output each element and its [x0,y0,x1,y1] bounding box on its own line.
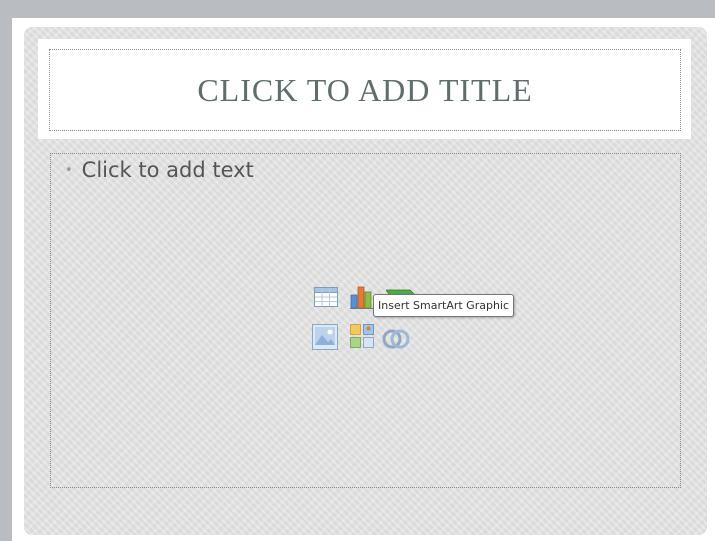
insert-clip-art-icon[interactable] [349,323,375,349]
tooltip-text: Insert SmartArt Graphic [378,299,510,312]
insert-chart-icon[interactable] [349,284,375,310]
content-placeholder-text: Click to add text [81,158,254,182]
title-placeholder[interactable]: CLICK TO ADD TITLE [49,49,681,131]
slide: CLICK TO ADD TITLE • Click to add text [24,27,707,535]
title-placeholder-text: CLICK TO ADD TITLE [197,71,533,108]
content-placeholder[interactable]: • Click to add text [50,153,681,488]
insert-picture-icon[interactable] [311,323,339,351]
content-bullet-line: • Click to add text [65,158,254,182]
window-left-edge [0,0,12,541]
smartart-tooltip: Insert SmartArt Graphic [373,294,515,317]
insert-media-clip-icon[interactable] [382,323,412,353]
powerpoint-slide-canvas: CLICK TO ADD TITLE • Click to add text I… [0,0,715,541]
bullet-marker: • [65,162,73,178]
window-top-edge [0,0,715,18]
insert-table-icon[interactable] [313,284,339,310]
